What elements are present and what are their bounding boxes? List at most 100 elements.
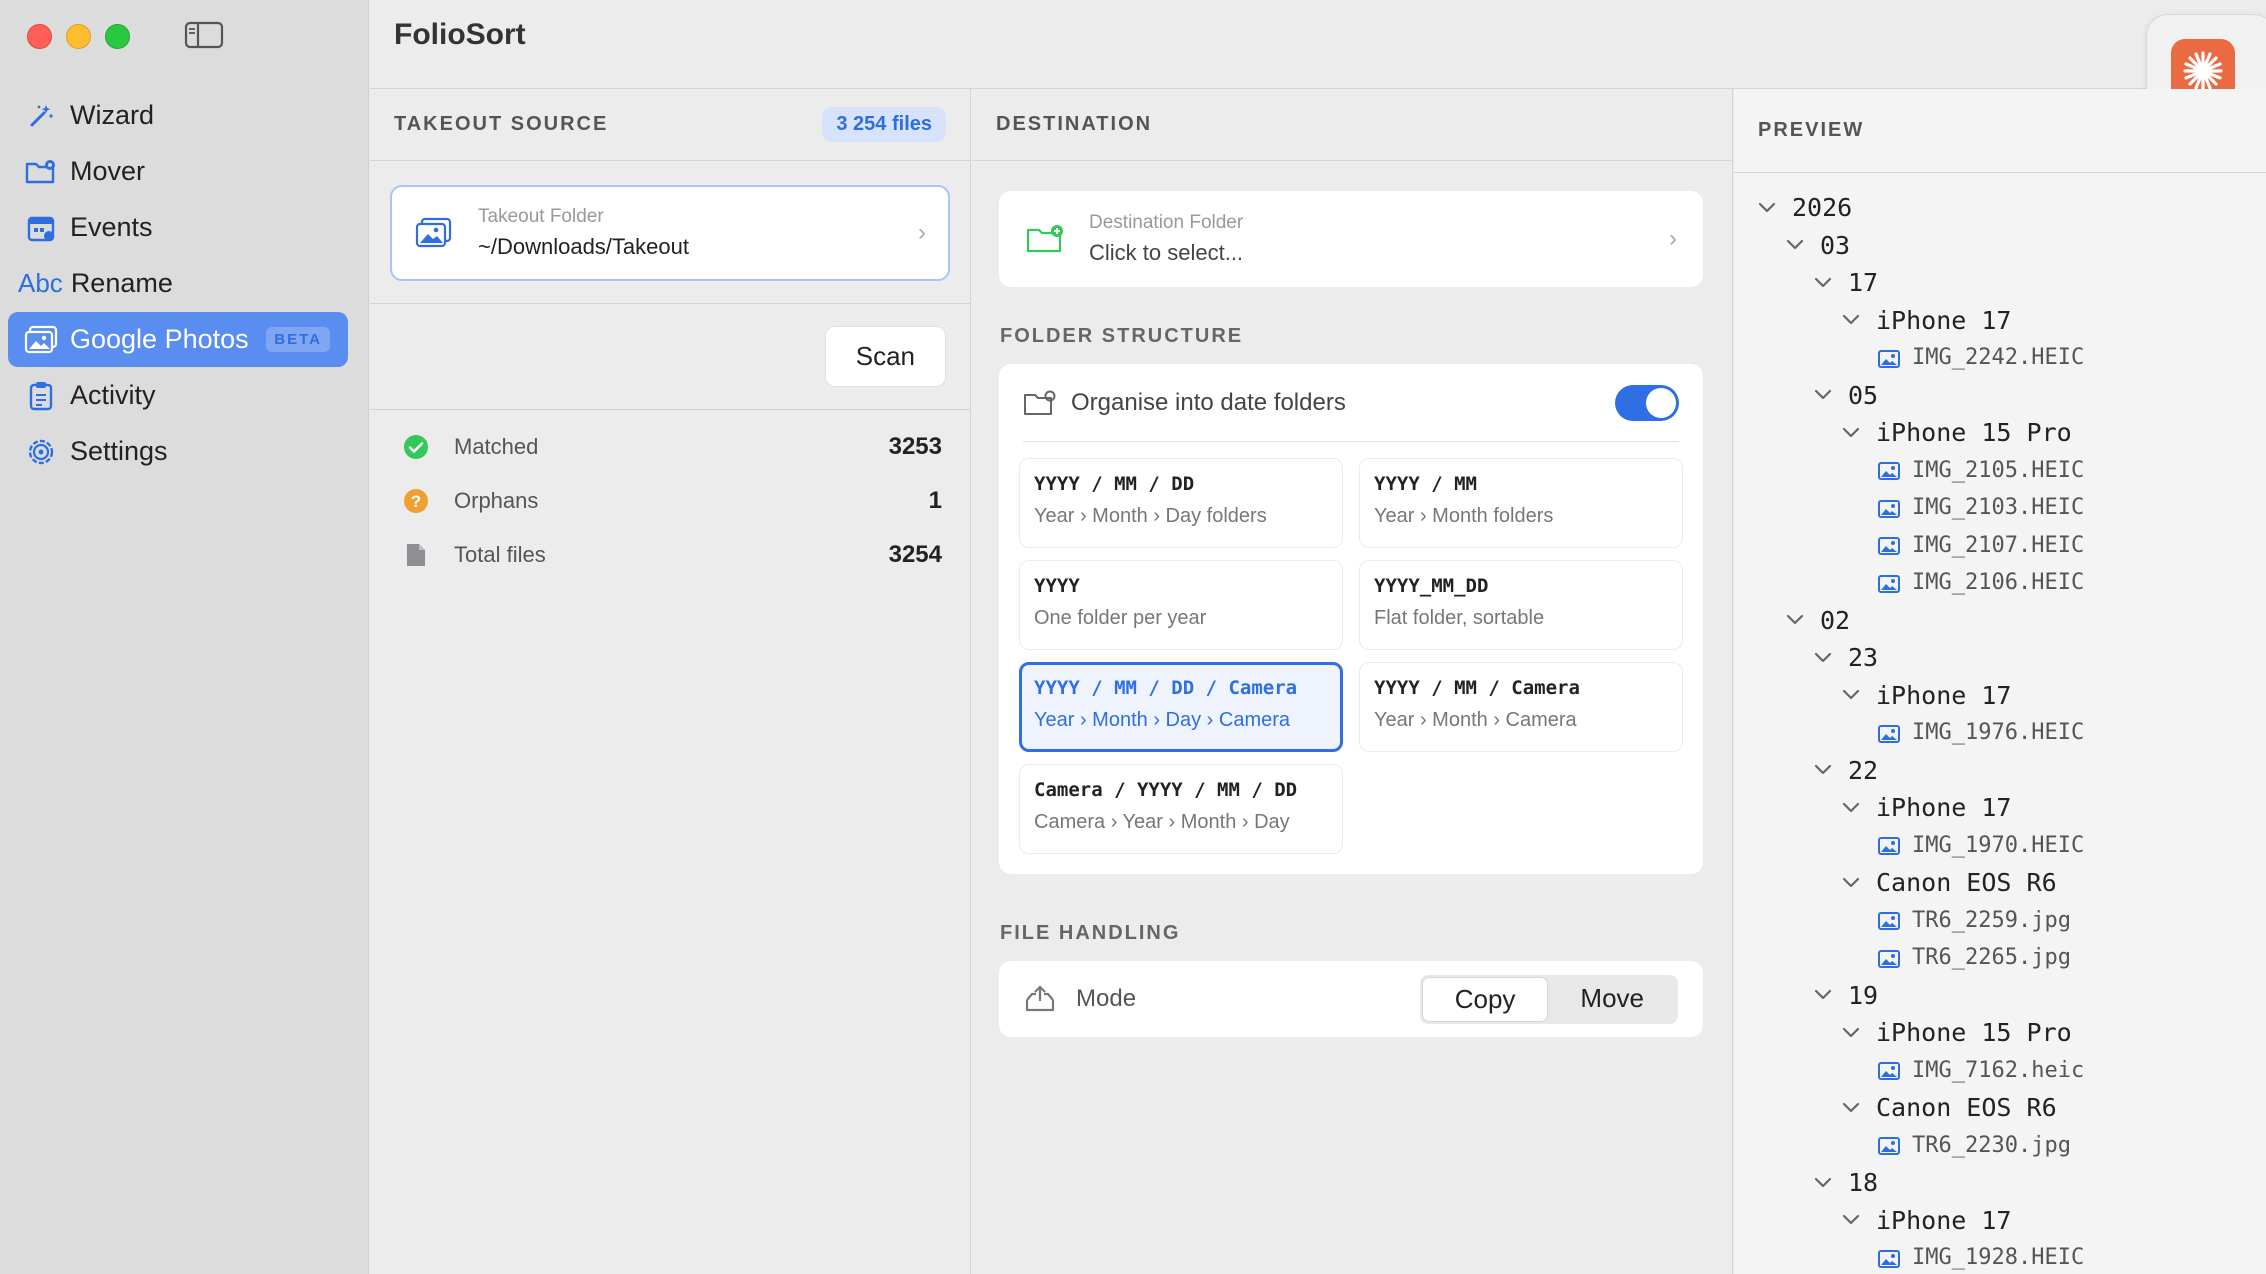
tree-row-label: IMG_2103.HEIC [1912,495,2085,521]
chevron-down-icon[interactable] [1842,798,1862,818]
scan-button[interactable]: Scan [824,326,946,387]
sidebar-item-mover[interactable]: Mover [8,144,348,199]
tree-folder-row[interactable]: 19 [1734,977,2266,1015]
file-handling-label: FILE HANDLING [1000,922,1181,944]
tree-folder-row[interactable]: iPhone 17 [1734,677,2266,715]
tree-file-row[interactable]: TR6_2265.jpg [1734,939,2266,977]
chevron-down-icon[interactable] [1814,760,1834,780]
chevron-down-icon[interactable] [1842,873,1862,893]
tree-row-label: IMG_1928.HEIC [1912,1245,2085,1271]
tree-row-label: 18 [1848,1168,1879,1198]
tree-row-label: 19 [1848,980,1879,1010]
chevron-right-icon: › [1669,225,1677,252]
wand-icon [24,99,58,133]
chevron-down-icon[interactable] [1786,235,1806,255]
destination-folder-label: Destination Folder [1089,212,1244,233]
structure-option[interactable]: YYYY One folder per year [1019,560,1343,650]
chevron-down-icon[interactable] [1814,985,1834,1005]
photos-icon [24,323,58,357]
tree-folder-row[interactable]: 05 [1734,377,2266,415]
close-window-button[interactable] [27,24,52,49]
app-title: FolioSort [394,18,526,51]
minimize-window-button[interactable] [66,24,91,49]
chevron-down-icon[interactable] [1814,1173,1834,1193]
takeout-source-panel: TAKEOUT SOURCE 3 254 files Takeout Folde… [370,89,971,1274]
sidebar-item-events[interactable]: Events [8,200,348,255]
preview-title: PREVIEW [1758,119,1865,141]
tree-file-row[interactable]: IMG_7162.heic [1734,1052,2266,1090]
chevron-down-icon[interactable] [1786,610,1806,630]
chevron-down-icon[interactable] [1814,273,1834,293]
structure-option[interactable]: YYYY / MM Year › Month folders [1359,458,1683,548]
tree-folder-row[interactable]: iPhone 15 Pro [1734,414,2266,452]
tree-file-row[interactable]: IMG_2103.HEIC [1734,489,2266,527]
destination-folder-picker[interactable]: Destination Folder Click to select... › [999,191,1703,287]
structure-option-selected[interactable]: YYYY / MM / DD / Camera Year › Month › D… [1019,662,1343,752]
tree-folder-row[interactable]: iPhone 17 [1734,789,2266,827]
chevron-down-icon[interactable] [1842,1098,1862,1118]
zoom-window-button[interactable] [105,24,130,49]
chevron-down-icon[interactable] [1758,198,1778,218]
chevron-down-icon[interactable] [1842,423,1862,443]
tree-file-row[interactable]: TR6_2230.jpg [1734,1127,2266,1165]
sidebar-item-label: Settings [70,436,168,466]
destination-title: DESTINATION [996,113,1153,135]
tree-folder-row[interactable]: 22 [1734,752,2266,790]
takeout-folder-label: Takeout Folder [478,206,604,227]
image-file-icon [1878,349,1900,368]
sidebar-item-rename[interactable]: Abc Rename [8,256,348,311]
option-description: Camera › Year › Month › Day [1034,811,1290,833]
sidebar-toggle-icon[interactable] [184,20,224,50]
file-count-badge: 3 254 files [822,107,946,142]
file-handling-panel: Mode Copy Move [999,961,1703,1037]
tree-file-row[interactable]: IMG_2106.HEIC [1734,564,2266,602]
tree-row-label: 22 [1848,755,1879,785]
tree-file-row[interactable]: TR6_2259.jpg [1734,902,2266,940]
tree-folder-row[interactable]: 23 [1734,639,2266,677]
structure-option[interactable]: YYYY_MM_DD Flat folder, sortable [1359,560,1683,650]
sidebar-item-label: Mover [70,156,146,186]
chevron-down-icon[interactable] [1814,648,1834,668]
chevron-down-icon[interactable] [1842,685,1862,705]
tree-folder-row[interactable]: 2026 [1734,189,2266,227]
option-pattern: YYYY / MM / DD / Camera [1034,677,1298,699]
tree-row-label: iPhone 15 Pro [1876,418,2072,448]
chevron-down-icon[interactable] [1842,1210,1862,1230]
tree-file-row[interactable]: IMG_2107.HEIC [1734,527,2266,565]
tree-folder-row[interactable]: 02 [1734,602,2266,640]
structure-option[interactable]: YYYY / MM / DD Year › Month › Day folder… [1019,458,1343,548]
sidebar-item-activity[interactable]: Activity [8,368,348,423]
document-icon [402,541,430,569]
tree-folder-row[interactable]: iPhone 15 Pro [1734,1014,2266,1052]
destination-folder-value: Click to select... [1089,240,1244,265]
chevron-down-icon[interactable] [1814,385,1834,405]
tree-folder-row[interactable]: 17 [1734,264,2266,302]
sidebar: Wizard Mover Events Abc Rename Google Ph… [0,0,369,1274]
tree-file-row[interactable]: IMG_1976.HEIC [1734,714,2266,752]
date-folders-switch[interactable] [1615,384,1679,421]
sidebar-item-wizard[interactable]: Wizard [8,88,348,143]
sidebar-item-settings[interactable]: Settings [8,424,348,479]
tree-file-row[interactable]: IMG_2242.HEIC [1734,339,2266,377]
folder-gear-icon [1024,390,1056,415]
structure-option[interactable]: Camera / YYYY / MM / DD Camera › Year › … [1019,764,1343,854]
mode-copy-button[interactable]: Copy [1421,976,1549,1022]
chevron-down-icon[interactable] [1842,1023,1862,1043]
takeout-folder-picker[interactable]: Takeout Folder ~/Downloads/Takeout › [390,185,950,281]
tree-file-row[interactable]: IMG_1970.HEIC [1734,827,2266,865]
tree-folder-row[interactable]: 18 [1734,1164,2266,1202]
image-file-icon [1878,574,1900,593]
structure-option[interactable]: YYYY / MM / Camera Year › Month › Camera [1359,662,1683,752]
tree-folder-row[interactable]: Canon EOS R6 [1734,864,2266,902]
mode-move-button[interactable]: Move [1548,977,1676,1022]
destination-header: DESTINATION [972,89,1732,161]
tree-file-row[interactable]: IMG_1928.HEIC [1734,1239,2266,1274]
chevron-down-icon[interactable] [1842,310,1862,330]
tree-folder-row[interactable]: 03 [1734,227,2266,265]
tree-folder-row[interactable]: Canon EOS R6 [1734,1089,2266,1127]
preview-tree: 2026 03 17 iPhone 17 IMG_2242.HEIC 05 iPhone 1… [1734,173,2266,1274]
tree-file-row[interactable]: IMG_2105.HEIC [1734,452,2266,490]
tree-folder-row[interactable]: iPhone 17 [1734,1202,2266,1240]
sidebar-item-google-photos[interactable]: Google Photos BETA [8,312,348,367]
tree-folder-row[interactable]: iPhone 17 [1734,302,2266,340]
